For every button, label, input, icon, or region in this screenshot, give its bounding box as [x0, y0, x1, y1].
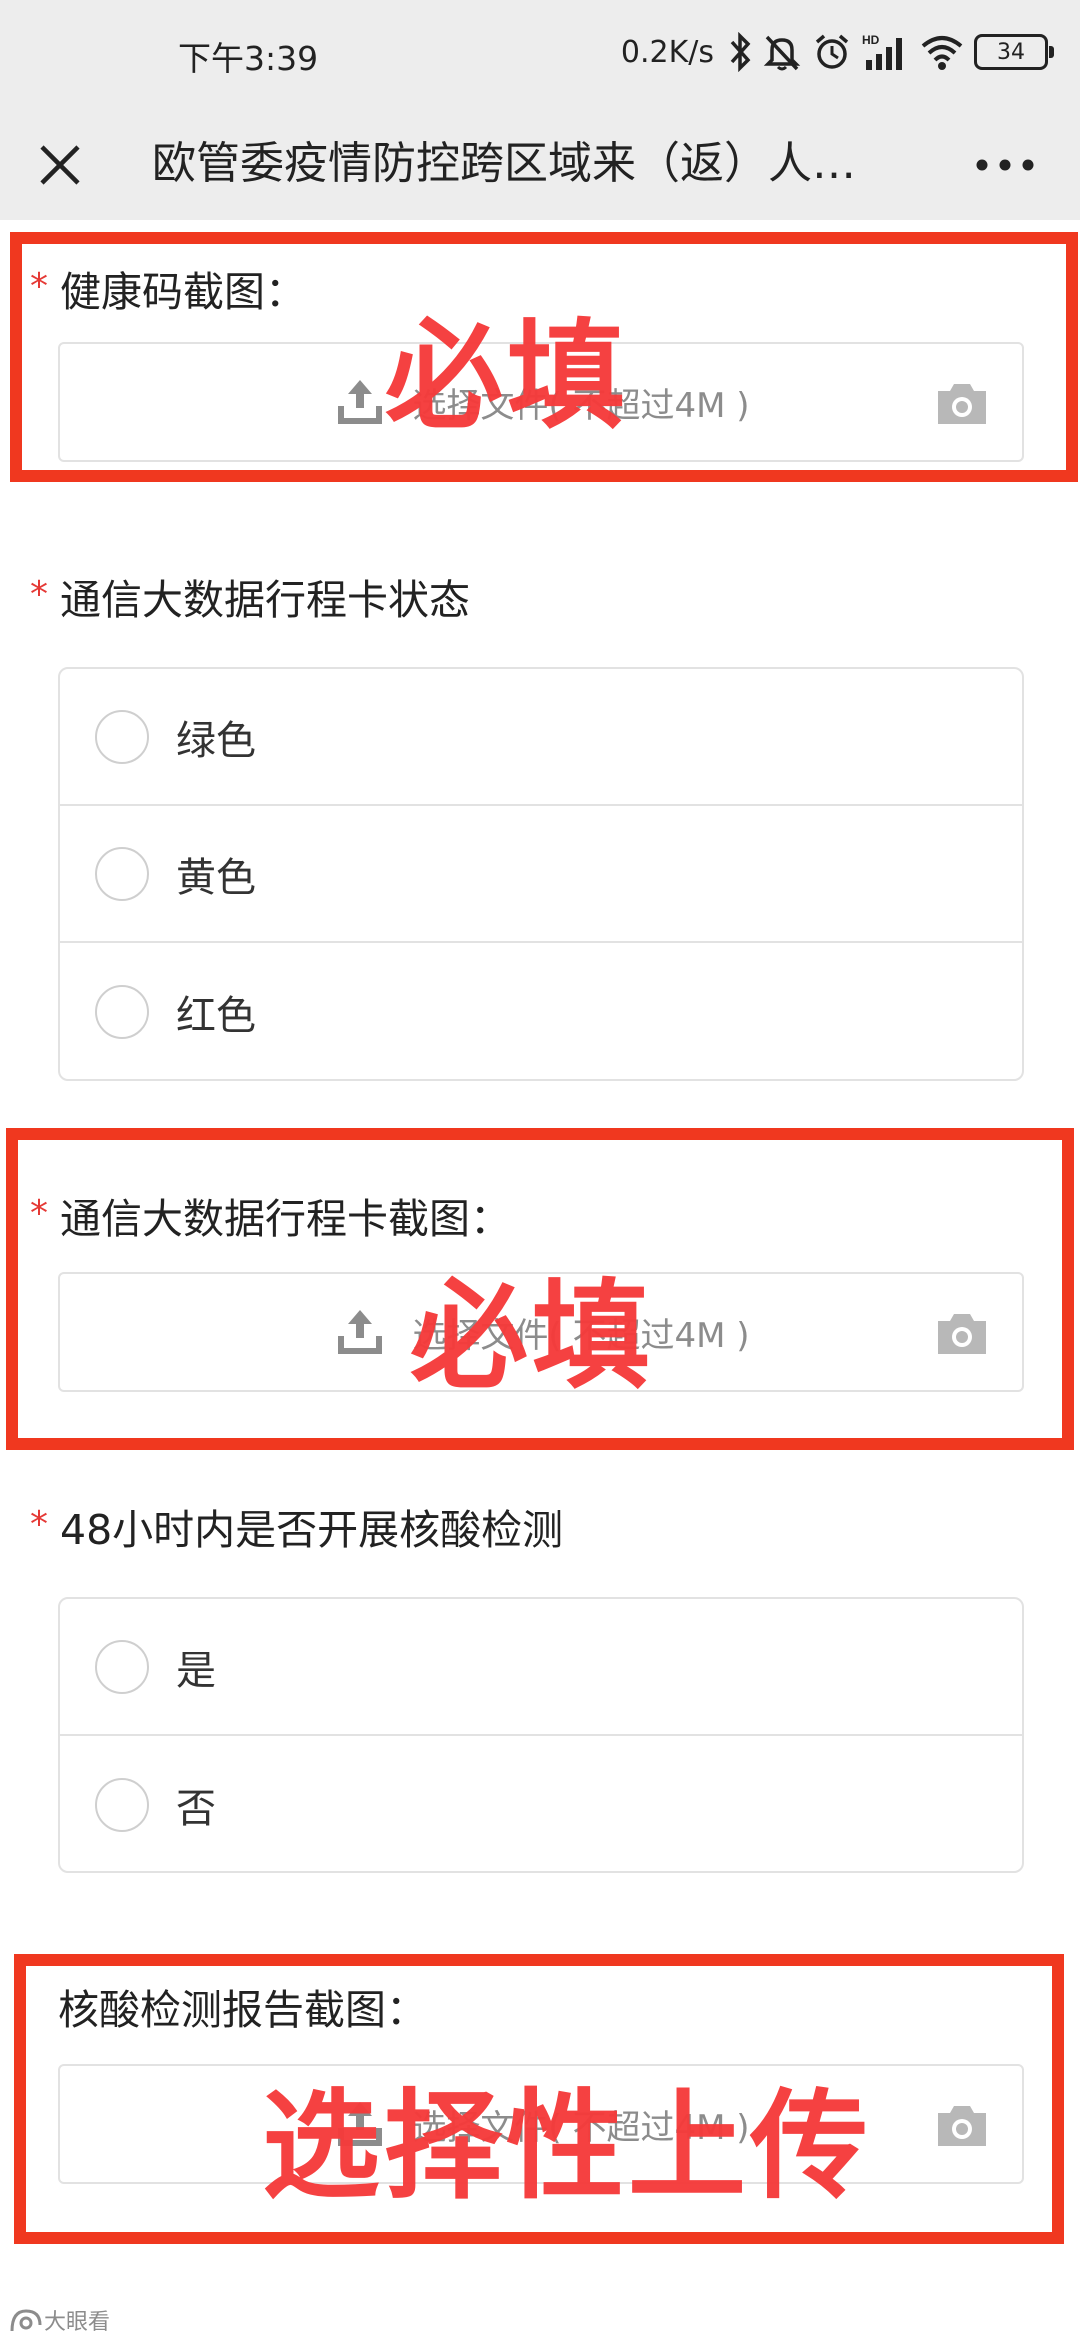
page-title: 欧管委疫情防控跨区域来（返）人… — [152, 138, 856, 189]
itinerary-status-title: * 通信大数据行程卡状态 — [30, 570, 470, 630]
network-speed: 0.2K/s — [620, 34, 714, 70]
watermark: 大眼看 — [8, 2303, 110, 2337]
required-mark: * — [30, 574, 48, 615]
annotation-optional: 选择性上传 — [262, 2077, 873, 2215]
nucleic-test-title-text: 48小时内是否开展核酸检测 — [60, 1506, 564, 1554]
alarm-icon — [815, 34, 849, 69]
radio-button[interactable] — [95, 846, 149, 901]
radio-label: 红色 — [176, 992, 256, 1039]
hd-signal-icon: HD — [862, 33, 902, 70]
svg-text:HD: HD — [862, 33, 880, 47]
status-icons: 0.2K/s HD 34 — [620, 30, 1054, 74]
radio-option-red[interactable]: 红色 — [60, 943, 1022, 1080]
radio-label: 黄色 — [176, 854, 256, 901]
radio-button[interactable] — [95, 1639, 149, 1694]
radio-label: 绿色 — [176, 717, 256, 764]
radio-button[interactable] — [95, 984, 149, 1039]
nav-bar: 欧管委疫情防控跨区域来（返）人… — [0, 110, 1080, 220]
itinerary-status-radio-group: 绿色 黄色 红色 — [58, 667, 1024, 1081]
nucleic-test-radio-group: 是 否 — [58, 1597, 1024, 1873]
radio-option-green[interactable]: 绿色 — [60, 669, 1022, 806]
radio-button[interactable] — [95, 1777, 149, 1832]
nucleic-test-title: * 48小时内是否开展核酸检测 — [30, 1500, 563, 1560]
radio-option-yes[interactable]: 是 — [60, 1599, 1022, 1736]
watermark-logo-icon — [10, 2309, 42, 2332]
bluetooth-icon — [730, 32, 751, 72]
wifi-icon — [921, 36, 963, 70]
more-dots-icon[interactable] — [970, 140, 1040, 190]
itinerary-status-title-text: 通信大数据行程卡状态 — [60, 576, 470, 624]
radio-option-no[interactable]: 否 — [60, 1736, 1022, 1873]
mute-bell-icon — [763, 35, 801, 71]
radio-button[interactable] — [95, 709, 149, 764]
status-time: 下午3:39 — [178, 39, 319, 78]
radio-label: 是 — [176, 1647, 216, 1694]
status-bar: 下午3:39 0.2K/s HD 34 — [0, 0, 1080, 110]
radio-label: 否 — [176, 1785, 216, 1832]
close-icon[interactable] — [30, 135, 90, 195]
annotation-required-2: 必填 — [410, 1267, 655, 1405]
radio-option-yellow[interactable]: 黄色 — [60, 806, 1022, 943]
required-mark: * — [30, 1504, 48, 1545]
battery-level: 34 — [997, 39, 1025, 65]
annotation-required-1: 必填 — [385, 307, 630, 445]
battery-icon: 34 — [974, 34, 1054, 70]
watermark-text: 大眼看 — [44, 2310, 111, 2335]
